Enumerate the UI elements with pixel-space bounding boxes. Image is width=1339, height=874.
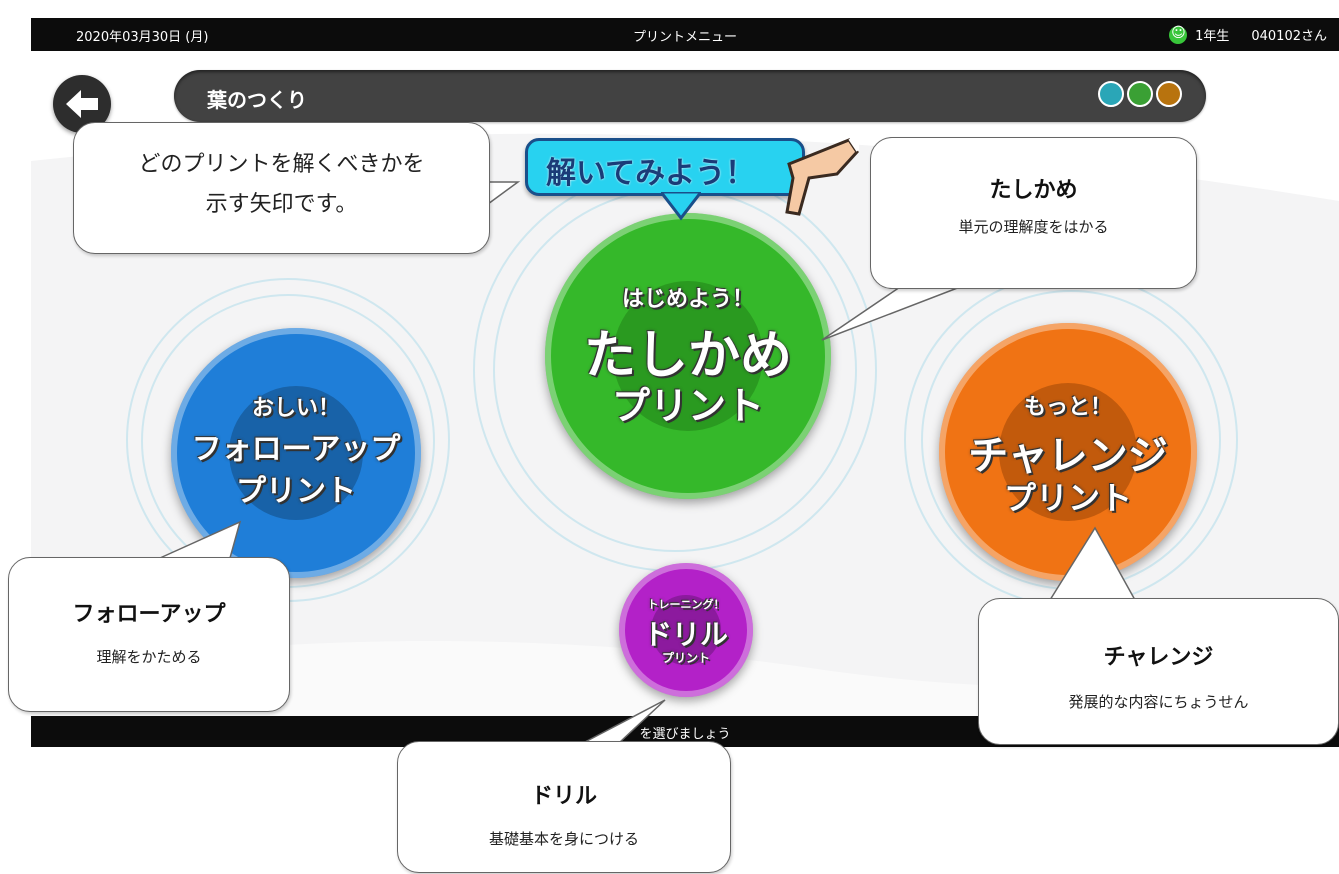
callout-arrow-explanation: どのプリントを解くべきかを 示す矢印です。 xyxy=(73,122,490,254)
drill-top-label: トレーニング！ xyxy=(647,598,725,611)
prompt-banner-text: 解いてみよう！ xyxy=(546,156,756,191)
pointing-hand-icon xyxy=(785,136,859,216)
challenge-print-button[interactable]: もっと！ チャレンジ プリント xyxy=(939,323,1197,581)
unit-title: 葉のつくり xyxy=(207,88,307,112)
progress-dots xyxy=(1098,81,1182,107)
callout-tashikame: たしかめ 単元の理解度をはかる xyxy=(870,137,1197,289)
callout-tashikame-title: たしかめ xyxy=(989,178,1078,203)
student-id-label: 040102さん xyxy=(1251,29,1327,44)
followup-sub-label: プリント xyxy=(236,474,356,509)
callout-challenge-title: チャレンジ xyxy=(1103,645,1214,670)
top-bar: 2020年03月30日 (月) プリントメニュー 1年生 040102さん xyxy=(31,18,1339,51)
tashikame-sub-label: プリント xyxy=(611,384,764,428)
smiley-icon xyxy=(1169,25,1188,44)
callout-followup-title: フォローアップ xyxy=(72,602,226,627)
callout-tashikame-desc: 単元の理解度をはかる xyxy=(958,218,1109,236)
tashikame-top-label: はじめよう！ xyxy=(621,287,754,312)
followup-print-button[interactable]: おしい！ フォローアップ プリント xyxy=(171,328,421,578)
banner-pointer-tail xyxy=(661,192,701,221)
followup-top-label: おしい！ xyxy=(251,396,340,421)
callout-arrow-line2: 示す矢印です。 xyxy=(205,192,358,217)
callout-challenge: チャレンジ 発展的な内容にちょうせん xyxy=(978,598,1339,745)
callout-drill: ドリル 基礎基本を身につける xyxy=(397,741,731,873)
unit-title-bar: 葉のつくり xyxy=(174,70,1206,122)
challenge-sub-label: プリント xyxy=(1003,479,1132,517)
callout-drill-desc: 基礎基本を身につける xyxy=(488,830,639,848)
progress-dot-1 xyxy=(1098,81,1124,107)
user-info: 1年生 040102さん xyxy=(1169,25,1327,44)
callout-challenge-desc: 発展的な内容にちょうせん xyxy=(1068,693,1249,711)
drill-print-button[interactable]: トレーニング！ ドリル プリント xyxy=(619,563,753,697)
challenge-top-label: もっと！ xyxy=(1023,395,1112,420)
tashikame-print-button[interactable]: はじめよう！ たしかめ プリント xyxy=(545,213,831,499)
drill-sub-label: プリント xyxy=(661,651,710,665)
callout-followup-desc: 理解をかためる xyxy=(96,648,202,666)
callout-followup: フォローアップ 理解をかためる xyxy=(8,557,290,712)
progress-dot-2 xyxy=(1127,81,1153,107)
grade-label: 1年生 xyxy=(1195,29,1230,44)
callout-drill-title: ドリル xyxy=(530,784,597,809)
drill-main-label: ドリル xyxy=(643,618,728,651)
progress-dot-3 xyxy=(1156,81,1182,107)
callout-arrow-line1: どのプリントを解くべきかを xyxy=(138,152,425,177)
prompt-banner: 解いてみよう！ xyxy=(525,138,805,196)
screen-title: プリントメニュー xyxy=(632,30,737,45)
followup-main-label: フォローアップ xyxy=(191,432,401,467)
